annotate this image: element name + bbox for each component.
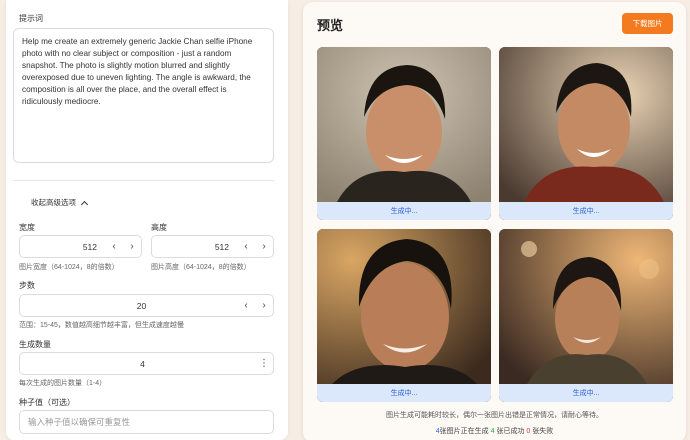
success-count: 4 [490,428,495,435]
count-hint: 每次生成的图片数量（1-4） [19,380,107,387]
advanced-options-toggle[interactable]: 收起高级选项 [31,197,89,208]
generation-note: 图片生成可能耗时较长，偶尔一张图片出错是正常情况，请耐心等待。 [386,412,603,419]
seed-input[interactable]: 输入种子值以确保可重复性 [19,410,274,434]
height-increment-icon[interactable]: › [255,236,273,257]
steps-decrement-icon[interactable]: ‹ [237,295,255,316]
generated-image [499,229,673,384]
divider [13,180,274,181]
height-decrement-icon[interactable]: ‹ [237,236,255,257]
width-value: 512 [82,241,97,252]
prompt-textarea[interactable]: Help me create an extremely generic Jack… [13,28,274,163]
count-input[interactable]: 4 ⋮ [19,352,274,375]
image-card-1[interactable]: 生成中... [317,47,491,220]
count-value: 4 [140,358,145,369]
preview-title: 预览 [317,18,344,33]
steps-increment-icon[interactable]: › [255,295,273,316]
width-hint: 图片宽度（64-1024，8的倍数） [19,264,119,271]
advanced-options-label: 收起高级选项 [31,198,76,207]
height-value: 512 [214,241,229,252]
generating-status: 生成中... [317,384,491,402]
width-label: 宽度 [19,223,35,232]
generated-image [317,47,491,202]
seed-label: 种子值（可选） [19,398,75,407]
generated-image [317,229,491,384]
width-increment-icon[interactable]: › [123,236,141,257]
image-card-4[interactable]: 生成中... [499,229,673,402]
steps-input[interactable]: 20 ‹ › [19,294,274,317]
fail-count: 0 [526,428,531,435]
success-text: 张已成功 [496,428,525,435]
height-input[interactable]: 512 ‹ › [151,235,274,258]
steps-hint: 范围：15-45，数值越高细节越丰富，但生成速度越慢 [19,322,184,329]
image-card-2[interactable]: 生成中... [499,47,673,220]
generation-status-summary: 4张图片正在生成 4 张已成功 0 张失败 [303,426,686,436]
steps-label: 步数 [19,281,35,290]
prompt-label: 提示词 [19,14,43,23]
chevron-up-icon [80,200,89,208]
steps-value: 20 [136,300,147,311]
height-hint: 图片高度（64-1024，8的倍数） [151,264,251,271]
count-stepper-icon[interactable]: ⋮ [255,353,273,374]
generating-status: 生成中... [499,202,673,220]
width-decrement-icon[interactable]: ‹ [105,236,123,257]
generating-status: 生成中... [317,202,491,220]
generating-status: 生成中... [499,384,673,402]
image-card-3[interactable]: 生成中... [317,229,491,402]
fail-text: 张失败 [532,428,554,435]
count-label: 生成数量 [19,340,51,349]
generating-text: 张图片正在生成 [439,428,489,435]
generated-image [499,47,673,202]
width-input[interactable]: 512 ‹ › [19,235,142,258]
height-label: 高度 [151,223,167,232]
download-button[interactable]: 下载图片 [622,13,673,34]
